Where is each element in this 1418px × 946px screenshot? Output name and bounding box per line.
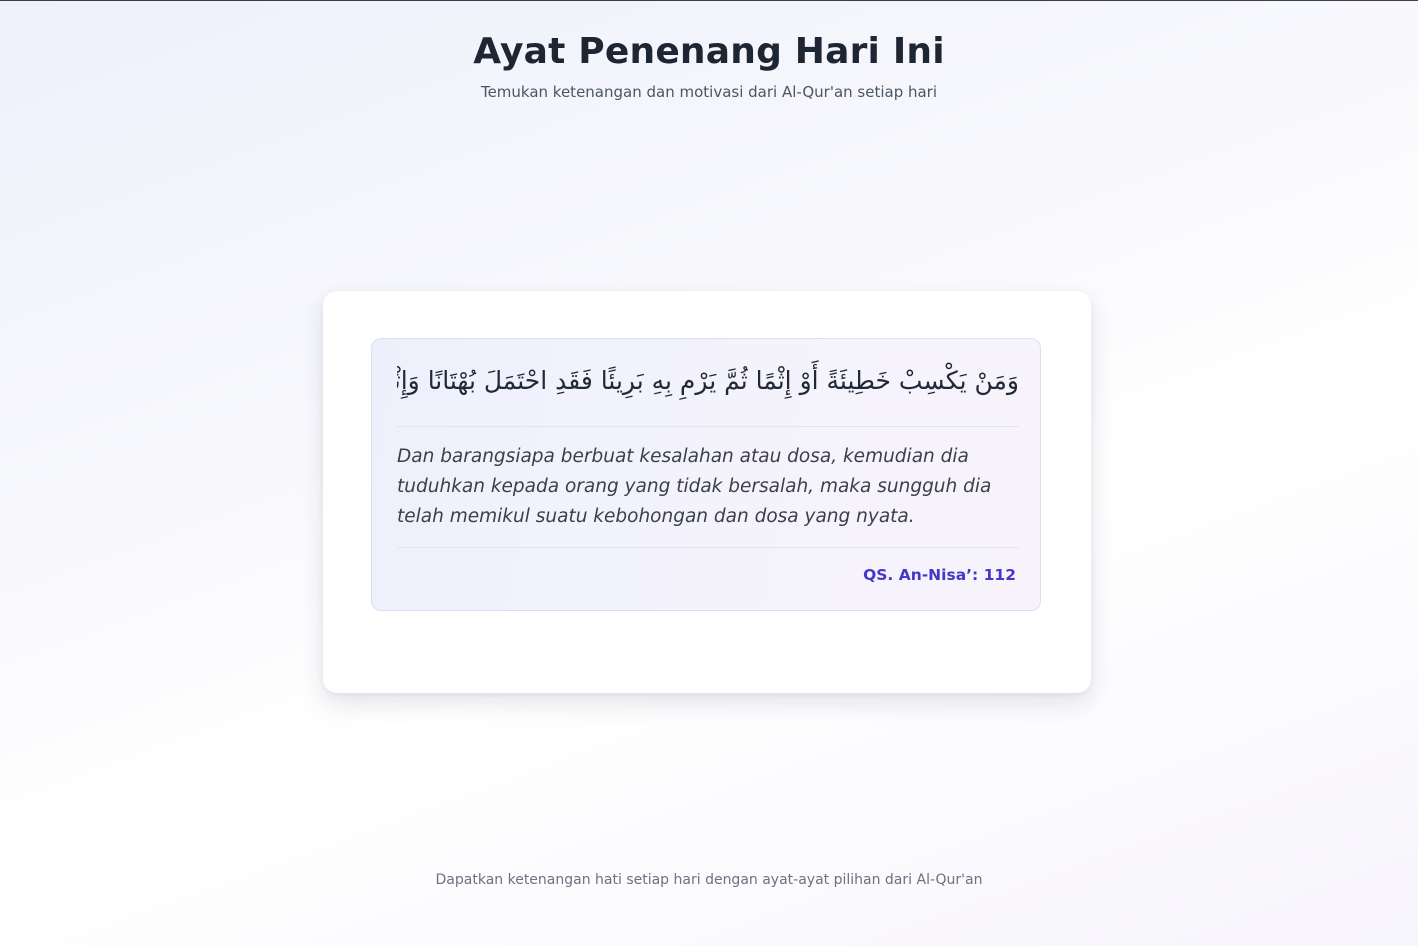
verse-card: وَمَنْ يَكْسِبْ خَطِيئَةً أَوْ إِثْمًا ث… <box>323 291 1091 693</box>
page-subtitle: Temukan ketenangan dan motivasi dari Al-… <box>480 83 938 101</box>
page-footer: Dapatkan ketenangan hati setiap hari den… <box>435 872 983 888</box>
divider <box>397 426 1019 427</box>
page-header: Ayat Penenang Hari Ini Temukan ketenanga… <box>0 30 1418 102</box>
arabic-verse-text: وَمَنْ يَكْسِبْ خَطِيئَةً أَوْ إِثْمًا ث… <box>397 366 1019 395</box>
verse-reference: QS. An-Nisa’: 112 <box>863 566 1016 584</box>
top-border-line <box>0 0 1418 1</box>
verse-translation: Dan barangsiapa berbuat kesalahan atau d… <box>397 446 992 527</box>
divider <box>397 547 1019 548</box>
page-title: Ayat Penenang Hari Ini <box>473 31 945 72</box>
verse-box: وَمَنْ يَكْسِبْ خَطِيئَةً أَوْ إِثْمًا ث… <box>371 338 1041 611</box>
